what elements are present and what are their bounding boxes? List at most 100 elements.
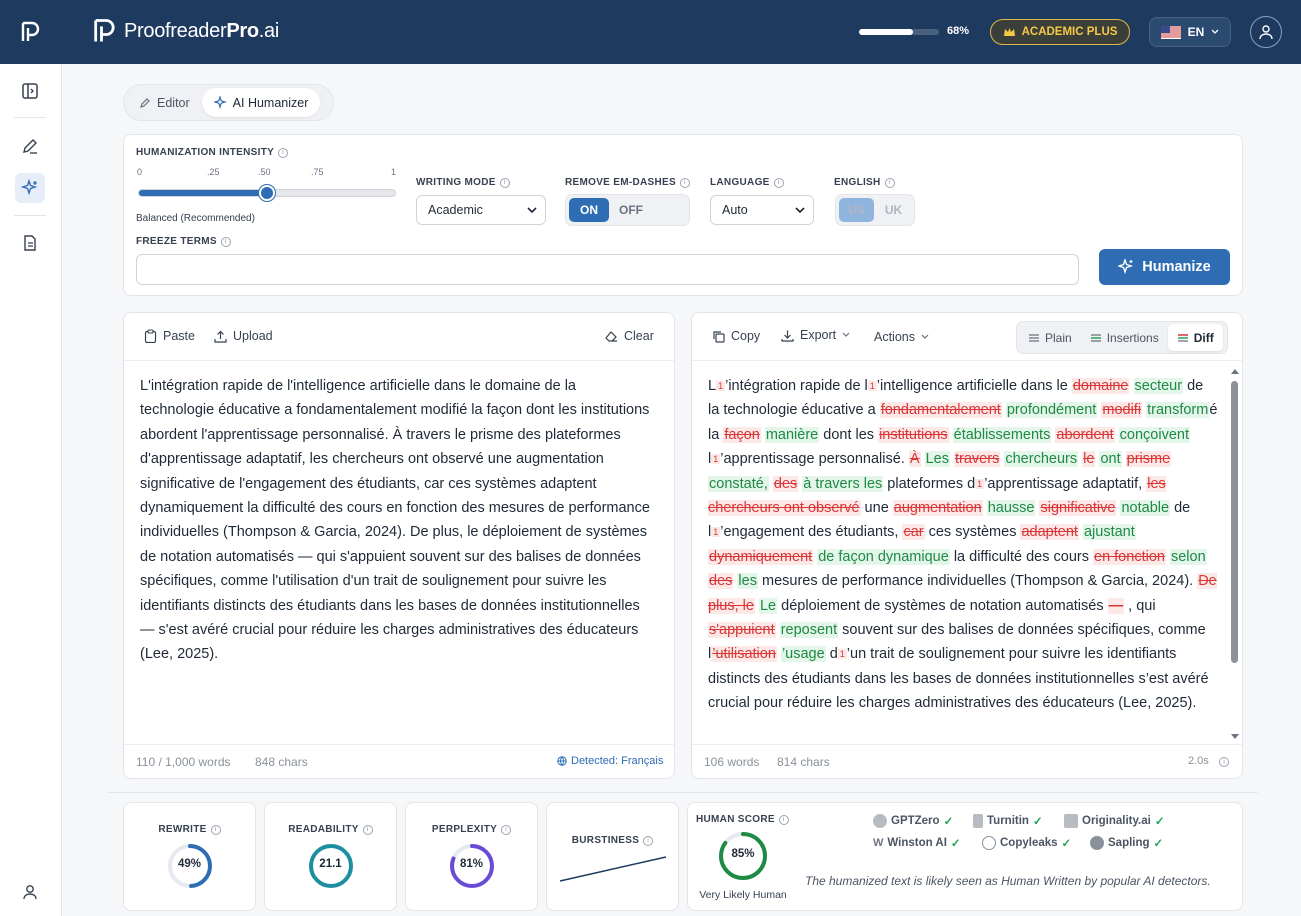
chevron-down-icon — [1211, 29, 1219, 34]
em-dash-off-button[interactable]: OFF — [611, 198, 651, 222]
input-textarea[interactable]: L'intégration rapide de l'intelligence a… — [140, 374, 650, 667]
rewrite-value: 49% — [177, 858, 202, 870]
info-icon[interactable]: i — [884, 177, 895, 188]
readability-label: READABILITY — [288, 824, 359, 835]
tick-75: .75 — [311, 167, 324, 177]
freeze-terms-input[interactable] — [136, 254, 1079, 285]
english-variant-toggle: US UK — [835, 194, 915, 226]
tab-ai-humanizer-label: AI Humanizer — [232, 95, 309, 110]
intensity-heading: HUMANIZATION INTENSITY i — [136, 147, 289, 158]
view-plain[interactable]: Plain — [1019, 324, 1081, 351]
pen-icon — [140, 97, 150, 108]
language-selector[interactable]: EN — [1149, 17, 1231, 47]
paste-button[interactable]: Paste — [144, 329, 195, 343]
actions-menu[interactable]: Actions — [874, 330, 929, 344]
globe-icon — [557, 756, 567, 766]
ai-humanizer-sparkle-icon[interactable] — [15, 173, 45, 203]
output-footer: 106 words 814 chars 2.0s i — [692, 744, 1242, 778]
detector-name: Turnitin — [987, 815, 1029, 827]
upload-button[interactable]: Upload — [214, 329, 273, 343]
info-icon[interactable]: i — [501, 824, 512, 835]
editor-pen-icon[interactable] — [15, 131, 45, 161]
rewrite-card: REWRITE i 49% — [123, 802, 256, 911]
char-count: 848 chars — [255, 755, 308, 769]
view-insertions[interactable]: Insertions — [1081, 324, 1168, 351]
em-dash-on-button[interactable]: ON — [569, 198, 609, 222]
output-word-count: 106 words — [704, 755, 760, 769]
writing-mode-label: WRITING MODE — [416, 177, 496, 188]
chevron-down-icon — [795, 207, 805, 213]
info-icon[interactable]: i — [499, 177, 510, 188]
detector-name: Sapling — [1108, 837, 1150, 849]
processing-time: 2.0s — [1188, 755, 1209, 767]
language-select[interactable]: Auto — [710, 195, 814, 225]
info-icon[interactable]: i — [278, 147, 289, 158]
output-panel: Copy Export Actions Plain Insertions Dif… — [691, 312, 1243, 779]
clear-button[interactable]: Clear — [605, 329, 654, 343]
humanize-button[interactable]: Humanize — [1099, 249, 1230, 285]
output-char-count: 814 chars — [777, 755, 830, 769]
sidebar — [0, 0, 62, 916]
view-diff-label: Diff — [1193, 330, 1214, 345]
tab-ai-humanizer[interactable]: AI Humanizer — [201, 88, 321, 117]
info-icon[interactable]: i — [643, 835, 654, 846]
tab-editor[interactable]: Editor — [127, 88, 202, 117]
readability-value: 21.1 — [319, 858, 342, 870]
info-icon[interactable]: i — [773, 177, 784, 188]
writing-mode-select[interactable]: Academic — [416, 195, 546, 225]
sparkle-icon — [213, 96, 227, 109]
app-logo-icon[interactable] — [0, 0, 62, 64]
info-icon[interactable]: i — [778, 814, 789, 825]
diff-output[interactable]: L 1’intégration rapide de l 1’intelligence… — [708, 374, 1218, 744]
rewrite-label: REWRITE — [158, 824, 207, 835]
burstiness-sparkline — [559, 856, 667, 882]
copy-icon — [713, 330, 725, 343]
winston-icon: W — [873, 837, 884, 849]
word-count: 110 / 1,000 words — [136, 755, 231, 769]
detector-winston: W Winston AI ✓ — [873, 836, 961, 850]
eraser-icon — [605, 331, 617, 342]
view-diff[interactable]: Diff — [1167, 324, 1223, 351]
writing-mode-heading: WRITING MODE i — [416, 177, 510, 188]
detector-name: Originality.ai — [1082, 815, 1151, 827]
rewrite-heading: REWRITE i — [124, 824, 255, 835]
brand-logo-icon — [94, 19, 115, 42]
brand-suffix: .ai — [258, 19, 280, 42]
chevron-down-icon — [527, 207, 537, 213]
export-button[interactable]: Export — [781, 328, 850, 342]
info-icon[interactable]: i — [210, 824, 221, 835]
output-scrollbar[interactable] — [1229, 367, 1241, 744]
scroll-up-icon[interactable] — [1230, 367, 1240, 375]
check-icon: ✓ — [1154, 816, 1165, 828]
english-heading: ENGLISH i — [834, 177, 895, 188]
tick-50: .50 — [258, 167, 271, 177]
account-icon[interactable] — [15, 877, 45, 907]
brand[interactable]: ProofreaderPro.ai — [92, 17, 279, 45]
english-us-button[interactable]: US — [839, 198, 874, 222]
info-icon[interactable]: i — [362, 824, 373, 835]
intensity-slider[interactable] — [138, 185, 396, 201]
english-uk-button[interactable]: UK — [876, 198, 911, 222]
download-icon — [781, 330, 794, 342]
humanize-label: Humanize — [1142, 259, 1211, 275]
slider-handle[interactable] — [259, 185, 275, 201]
copy-button[interactable]: Copy — [712, 329, 760, 343]
detector-turnitin: Turnitin ✓ — [973, 814, 1043, 828]
em-dash-toggle: ON OFF — [565, 194, 690, 226]
language-label: EN — [1187, 25, 1205, 39]
settings-panel: HUMANIZATION INTENSITY i 0 .25 .50 .75 1 … — [123, 134, 1243, 296]
scroll-thumb[interactable] — [1231, 381, 1238, 663]
user-avatar-button[interactable] — [1250, 16, 1282, 48]
plan-badge[interactable]: ACADEMIC PLUS — [990, 19, 1130, 45]
toggle-sidebar-icon[interactable] — [15, 76, 45, 106]
tab-editor-label: Editor — [157, 95, 190, 110]
upload-label: Upload — [233, 329, 273, 343]
intensity-label: HUMANIZATION INTENSITY — [136, 147, 275, 158]
document-icon[interactable] — [15, 228, 45, 258]
scroll-down-icon[interactable] — [1230, 733, 1240, 741]
info-icon[interactable]: i — [1219, 757, 1229, 767]
info-icon[interactable]: i — [679, 177, 690, 188]
view-mode-toggle: Plain Insertions Diff — [1016, 321, 1228, 354]
info-icon[interactable]: i — [220, 236, 231, 247]
usage-progress-bar — [859, 29, 939, 35]
